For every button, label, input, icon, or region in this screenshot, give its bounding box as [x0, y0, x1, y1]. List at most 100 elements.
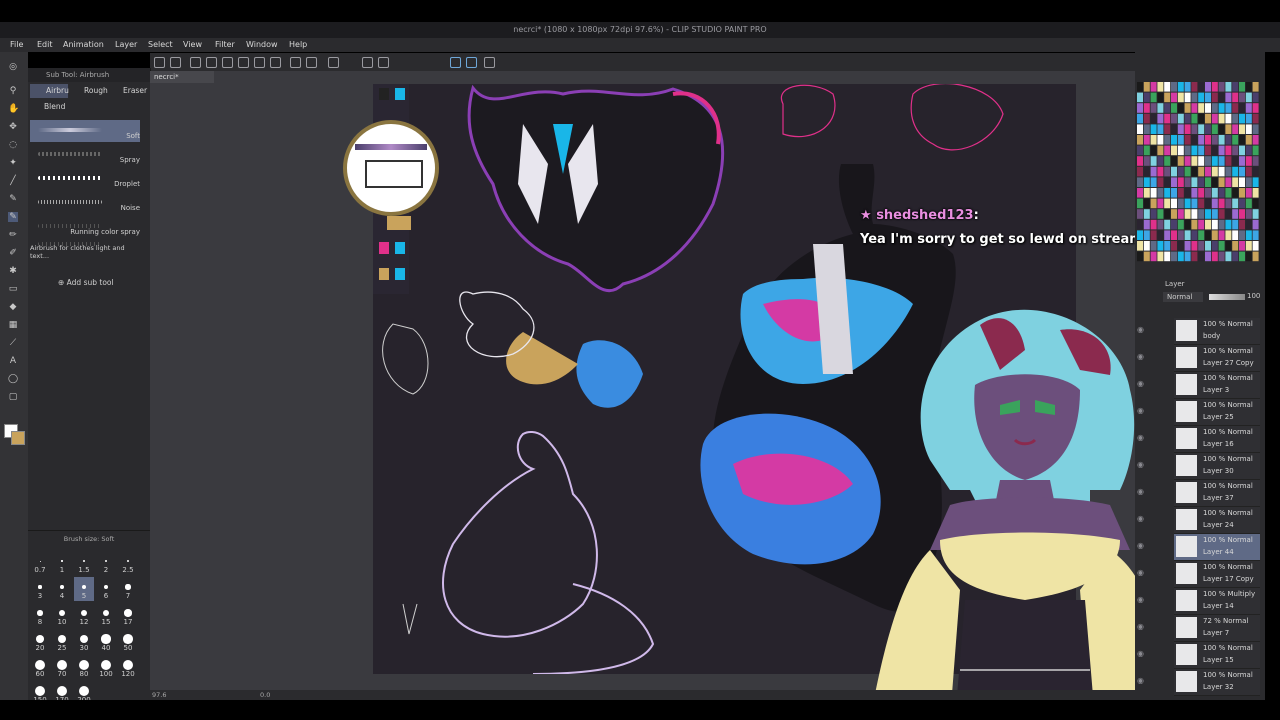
- palette-swatch[interactable]: [1198, 145, 1205, 156]
- palette-swatch[interactable]: [1143, 251, 1150, 262]
- palette-swatch[interactable]: [1184, 209, 1191, 219]
- palette-swatch[interactable]: [1191, 188, 1198, 198]
- brush-size-option[interactable]: 20: [30, 629, 50, 653]
- palette-swatch[interactable]: [1205, 145, 1211, 156]
- palette-swatch[interactable]: [1225, 82, 1232, 92]
- brush-size-option[interactable]: 40: [96, 629, 116, 653]
- zoom-value[interactable]: 97.6: [152, 690, 166, 700]
- palette-swatch[interactable]: [1177, 103, 1184, 113]
- palette-swatch[interactable]: [1211, 145, 1218, 156]
- palette-swatch[interactable]: [1184, 230, 1191, 240]
- eye-icon[interactable]: ◎: [8, 62, 18, 72]
- palette-swatch[interactable]: [1252, 145, 1259, 156]
- gradient-icon[interactable]: ▦: [8, 320, 18, 330]
- palette-swatch[interactable]: [1218, 219, 1225, 230]
- palette-swatch[interactable]: [1252, 103, 1259, 113]
- palette-swatch[interactable]: [1177, 124, 1184, 134]
- palette-swatch[interactable]: [1232, 166, 1239, 177]
- palette-swatch[interactable]: [1157, 135, 1164, 145]
- palette-swatch[interactable]: [1239, 82, 1245, 92]
- palette-swatch[interactable]: [1177, 188, 1184, 198]
- palette-swatch[interactable]: [1239, 145, 1245, 156]
- zoom-icon[interactable]: ⚲: [8, 86, 18, 96]
- palette-swatch[interactable]: [1205, 92, 1211, 103]
- layer-visibility-icon[interactable]: ◉: [1137, 488, 1147, 496]
- palette-swatch[interactable]: [1171, 188, 1177, 198]
- palette-swatch[interactable]: [1232, 103, 1239, 113]
- palette-swatch[interactable]: [1232, 241, 1239, 251]
- brush-size-option[interactable]: 4: [52, 577, 72, 601]
- palette-swatch[interactable]: [1143, 241, 1150, 251]
- palette-swatch[interactable]: [1239, 251, 1245, 262]
- palette-swatch[interactable]: [1218, 156, 1225, 166]
- layer-visibility-icon[interactable]: ◉: [1137, 380, 1147, 388]
- palette-swatch[interactable]: [1225, 177, 1232, 187]
- palette-swatch[interactable]: [1252, 251, 1259, 262]
- palette-swatch[interactable]: [1205, 241, 1211, 251]
- palette-swatch[interactable]: [1198, 230, 1205, 240]
- palette-swatch[interactable]: [1218, 113, 1225, 124]
- palette-swatch[interactable]: [1191, 92, 1198, 103]
- airbrush-icon[interactable]: ✎: [8, 212, 18, 222]
- palette-swatch[interactable]: [1205, 166, 1211, 177]
- menu-help[interactable]: Help: [289, 38, 307, 52]
- palette-swatch[interactable]: [1239, 241, 1245, 251]
- palette-swatch[interactable]: [1239, 124, 1245, 134]
- palette-swatch[interactable]: [1184, 135, 1191, 145]
- palette-swatch[interactable]: [1164, 198, 1171, 209]
- palette-swatch[interactable]: [1205, 82, 1211, 92]
- palette-swatch[interactable]: [1205, 188, 1211, 198]
- menu-window[interactable]: Window: [246, 38, 278, 52]
- palette-swatch[interactable]: [1245, 145, 1252, 156]
- palette-swatch[interactable]: [1171, 145, 1177, 156]
- palette-swatch[interactable]: [1157, 241, 1164, 251]
- open-file-icon[interactable]: [206, 57, 217, 68]
- palette-swatch[interactable]: [1164, 177, 1171, 187]
- palette-swatch[interactable]: [1232, 230, 1239, 240]
- palette-swatch[interactable]: [1143, 82, 1150, 92]
- palette-swatch[interactable]: [1137, 135, 1143, 145]
- palette-swatch[interactable]: [1171, 241, 1177, 251]
- palette-swatch[interactable]: [1177, 251, 1184, 262]
- snap-special-ruler-icon[interactable]: [466, 57, 477, 68]
- palette-swatch[interactable]: [1164, 230, 1171, 240]
- palette-swatch[interactable]: [1177, 135, 1184, 145]
- palette-swatch[interactable]: [1232, 92, 1239, 103]
- palette-swatch[interactable]: [1191, 219, 1198, 230]
- palette-swatch[interactable]: [1150, 198, 1157, 209]
- palette-swatch[interactable]: [1252, 241, 1259, 251]
- palette-swatch[interactable]: [1245, 92, 1252, 103]
- palette-swatch[interactable]: [1137, 188, 1143, 198]
- palette-swatch[interactable]: [1225, 135, 1232, 145]
- palette-swatch[interactable]: [1218, 209, 1225, 219]
- menu-animation[interactable]: Animation: [63, 38, 104, 52]
- palette-swatch[interactable]: [1252, 82, 1259, 92]
- palette-swatch[interactable]: [1245, 209, 1252, 219]
- palette-swatch[interactable]: [1205, 113, 1211, 124]
- palette-swatch[interactable]: [1239, 188, 1245, 198]
- palette-swatch[interactable]: [1164, 166, 1171, 177]
- palette-swatch[interactable]: [1239, 198, 1245, 209]
- sub-color-swatch[interactable]: [11, 431, 25, 445]
- palette-swatch[interactable]: [1239, 113, 1245, 124]
- palette-swatch[interactable]: [1157, 209, 1164, 219]
- palette-swatch[interactable]: [1137, 219, 1143, 230]
- palette-swatch[interactable]: [1211, 241, 1218, 251]
- palette-swatch[interactable]: [1164, 209, 1171, 219]
- palette-swatch[interactable]: [1252, 188, 1259, 198]
- palette-swatch[interactable]: [1205, 177, 1211, 187]
- layer-row[interactable]: 100 % Normal Layer 25: [1174, 399, 1260, 426]
- palette-swatch[interactable]: [1205, 251, 1211, 262]
- menu-view[interactable]: View: [183, 38, 202, 52]
- palette-swatch[interactable]: [1245, 251, 1252, 262]
- palette-swatch[interactable]: [1252, 135, 1259, 145]
- layer-visibility-icon[interactable]: ◉: [1137, 461, 1147, 469]
- palette-swatch[interactable]: [1164, 156, 1171, 166]
- palette-swatch[interactable]: [1164, 251, 1171, 262]
- palette-swatch[interactable]: [1171, 219, 1177, 230]
- brush-size-option[interactable]: 1.5: [74, 551, 94, 575]
- palette-swatch[interactable]: [1171, 156, 1177, 166]
- palette-swatch[interactable]: [1252, 219, 1259, 230]
- palette-swatch[interactable]: [1177, 177, 1184, 187]
- palette-swatch[interactable]: [1164, 145, 1171, 156]
